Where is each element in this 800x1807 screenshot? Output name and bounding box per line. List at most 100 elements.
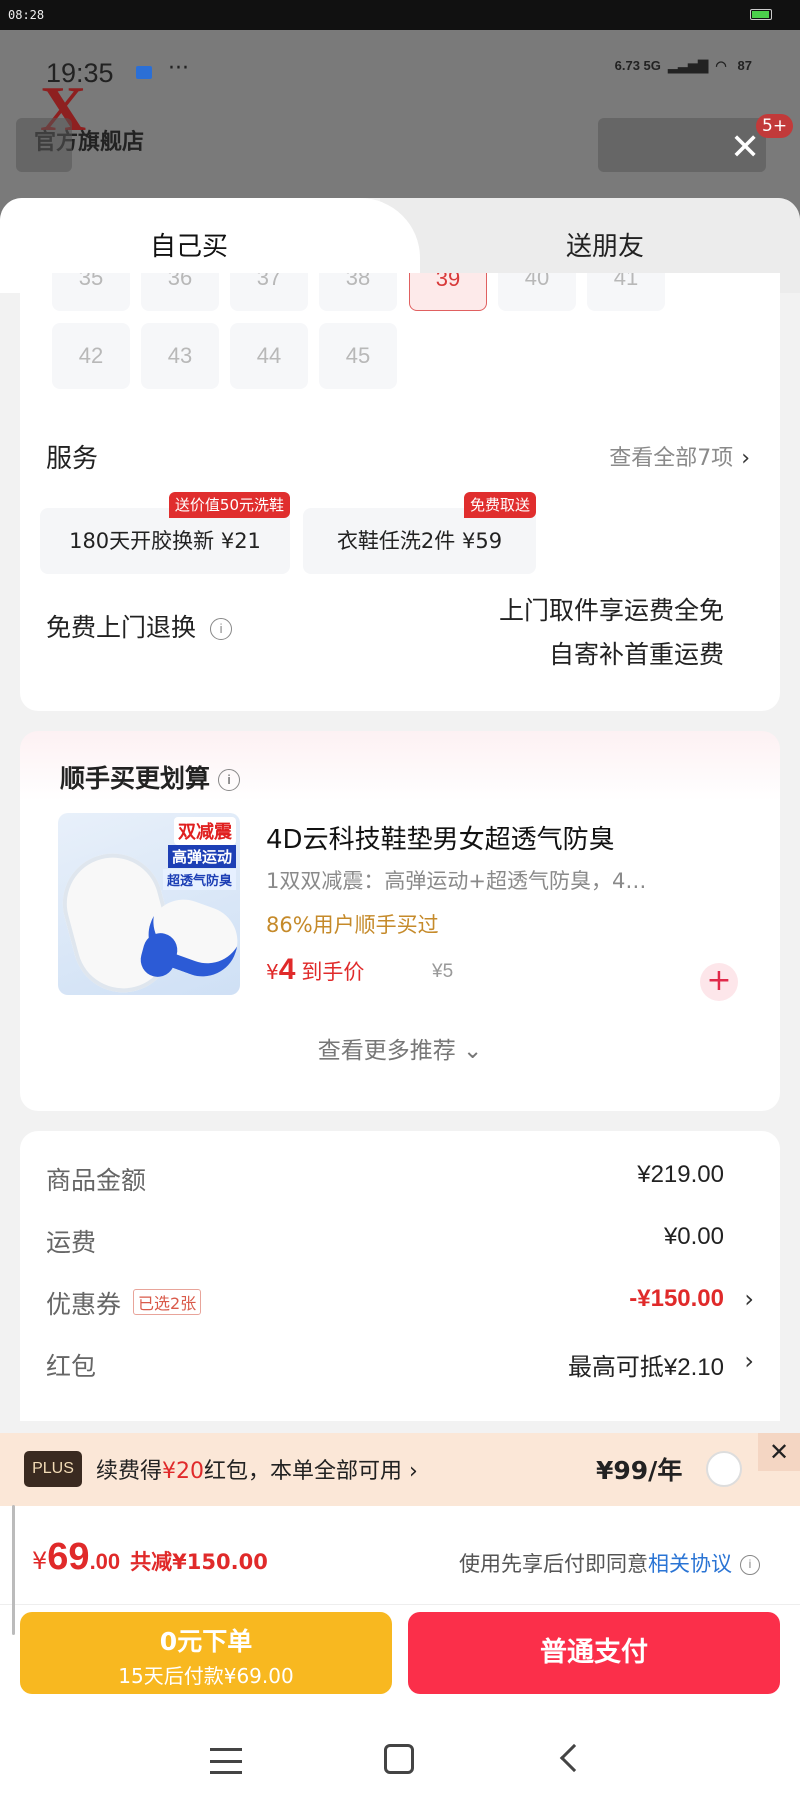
price-breakdown-card: 商品金额 ¥219.00 运费 ¥0.00 优惠券 已选2张 -¥150.00 ›… <box>20 1131 780 1421</box>
phone-battery: 87 <box>737 58 752 73</box>
plus-price: ¥99/年 <box>596 1456 683 1485</box>
plus-membership-banner[interactable]: PLUS 续费得¥20红包，本单全部可用 › ¥99/年 ✕ <box>0 1433 800 1506</box>
chevron-right-icon: › <box>741 446 750 471</box>
free-return-label: 免费上门退换 <box>46 613 197 642</box>
price-row-redpacket[interactable]: 红包 最高可抵¥2.10 › <box>46 1347 754 1387</box>
size-option[interactable]: 42 <box>52 323 130 389</box>
size-option[interactable]: 36 <box>141 273 219 311</box>
price-label: 到手价 <box>301 960 365 984</box>
pay-later-button[interactable]: 0元下单 15天后付款¥69.00 <box>20 1612 392 1694</box>
size-option[interactable]: 35 <box>52 273 130 311</box>
plus-offer-text[interactable]: 续费得¥20红包，本单全部可用 › <box>96 1453 418 1485</box>
price-row-label: 运费 <box>46 1228 97 1257</box>
divider <box>0 1604 800 1605</box>
size-option[interactable]: 37 <box>230 273 308 311</box>
free-return-line1: 上门取件享运费全免 <box>498 596 724 625</box>
service-tag: 免费取送 <box>463 492 536 518</box>
add-to-order-icon[interactable]: + <box>700 963 738 1001</box>
price-row-label: 优惠券 已选2张 <box>46 1285 202 1321</box>
service-label: 衣鞋任洗2件 ¥59 <box>336 529 503 553</box>
image-banner: 超透气防臭 <box>162 869 236 890</box>
total-decimal: .00 <box>89 1549 121 1574</box>
plus-select-radio[interactable] <box>706 1451 742 1487</box>
price-row-shipping: 运费 ¥0.00 <box>46 1223 754 1263</box>
size-option[interactable]: 43 <box>141 323 219 389</box>
price-row-value: ¥0.00 <box>663 1223 724 1250</box>
price-currency: ¥ <box>266 960 279 984</box>
price-amount: 4 <box>278 953 296 986</box>
agreement-link[interactable]: 相关协议 <box>648 1552 732 1576</box>
price-row-label: 红包 <box>46 1352 97 1381</box>
image-banner: 双减震 <box>174 817 236 845</box>
message-icon <box>136 66 152 79</box>
view-more-recommend[interactable]: 查看更多推荐 ⌄ <box>20 1031 780 1065</box>
device-status-bar: 08:28 <box>0 0 800 30</box>
total-currency: ¥ <box>32 1547 48 1575</box>
close-icon[interactable]: ✕ <box>758 1433 800 1471</box>
info-icon[interactable]: i <box>740 1555 760 1575</box>
recommend-bought-rate: 86%用户顺手买过 <box>266 913 439 937</box>
plus-text-highlight: ¥20 <box>162 1459 205 1484</box>
info-icon[interactable]: i <box>218 769 241 791</box>
plus-text-pre: 续费得 <box>96 1459 163 1484</box>
services-view-all-label: 查看全部7项 <box>609 446 734 471</box>
device-time: 08:28 <box>8 8 45 22</box>
signal-status: 6.73 5G ▂▃▅▇ ◠ 87 <box>614 58 752 73</box>
scroll-indicator <box>12 1505 15 1635</box>
price-row-coupon[interactable]: 优惠券 已选2张 -¥150.00 › <box>46 1285 754 1325</box>
agreement-prefix: 使用先享后付即同意 <box>459 1552 648 1576</box>
size-option[interactable]: 44 <box>230 323 308 389</box>
service-option-laundry[interactable]: 衣鞋任洗2件 ¥59 免费取送 <box>303 492 536 574</box>
coupon-label: 优惠券 <box>46 1290 122 1319</box>
services-view-all[interactable]: 查看全部7项 › <box>609 440 750 472</box>
size-option[interactable]: 40 <box>498 273 576 311</box>
cart-badge: 5+ <box>756 114 794 138</box>
recommend-card: 顺手买更划算 i 双减震 高弹运动 超透气防臭 4D云科技鞋垫男女超透气防臭 1双… <box>20 731 780 1111</box>
free-return-line2: 自寄补首重运费 <box>548 640 724 669</box>
price-row-label: 商品金额 <box>46 1166 147 1195</box>
pay-later-sublabel: 15天后付款¥69.00 <box>118 1664 294 1688</box>
size-service-card: 35 36 37 38 39 40 41 42 43 44 45 服务 查看全部… <box>20 273 780 711</box>
recommend-title-label: 顺手买更划算 <box>60 764 211 793</box>
pay-later-label: 0元下单 <box>159 1627 253 1656</box>
network-speed: 6.73 5G <box>614 58 661 73</box>
recommend-product-desc[interactable]: 1双双减震：高弹运动+超透气防臭，4… <box>266 865 736 895</box>
image-banner: 高弹运动 <box>167 845 236 868</box>
recommend-title: 顺手买更划算 i <box>60 759 241 795</box>
menu-icon[interactable] <box>210 1748 242 1774</box>
recommend-original-price: ¥5 <box>432 961 454 982</box>
service-option-repair[interactable]: 180天开胶换新 ¥21 送价值50元洗鞋 <box>40 492 290 574</box>
price-row-value: -¥150.00 <box>629 1285 724 1312</box>
total-saved: 共减¥150.00 <box>130 1550 268 1574</box>
order-total: ¥69.00 共减¥150.00 <box>32 1536 268 1579</box>
services-title: 服务 <box>46 444 99 474</box>
chevron-right-icon: › <box>744 1347 754 1375</box>
service-label: 180天开胶换新 ¥21 <box>69 529 261 553</box>
recommend-product-name[interactable]: 4D云科技鞋垫男女超透气防臭 <box>266 819 615 856</box>
agreement-text: 使用先享后付即同意相关协议 i <box>459 1548 760 1578</box>
chevron-right-icon: › <box>744 1285 754 1313</box>
close-sheet-icon[interactable] <box>730 130 760 166</box>
tab-buy-self-label: 自己买 <box>150 232 229 262</box>
insole-product-image[interactable]: 双减震 高弹运动 超透气防臭 <box>58 813 240 995</box>
total-integer: 69 <box>47 1536 90 1578</box>
free-return-title: 免费上门退换 i <box>46 608 233 644</box>
info-icon[interactable]: i <box>210 618 233 640</box>
system-nav-bar <box>0 1700 800 1807</box>
plus-badge: PLUS <box>24 1451 82 1487</box>
back-button-bg <box>16 118 72 172</box>
normal-pay-button[interactable]: 普通支付 <box>408 1612 780 1694</box>
purchase-sheet: 送朋友 自己买 35 36 37 38 39 40 41 42 43 44 45… <box>0 198 800 1807</box>
service-tag: 送价值50元洗鞋 <box>168 492 290 518</box>
size-option[interactable]: 45 <box>319 323 397 389</box>
back-icon[interactable] <box>559 1743 589 1773</box>
size-option-selected[interactable]: 39 <box>409 273 487 311</box>
more-dots-icon: ··· <box>168 56 189 81</box>
size-option[interactable]: 38 <box>319 273 397 311</box>
size-option[interactable]: 41 <box>587 273 665 311</box>
battery-icon <box>750 9 772 20</box>
coupon-selected-tag: 已选2张 <box>133 1289 202 1315</box>
home-icon[interactable] <box>384 1744 414 1774</box>
plus-text-post: 红包，本单全部可用 › <box>204 1459 418 1484</box>
price-row-value: ¥219.00 <box>637 1161 724 1188</box>
